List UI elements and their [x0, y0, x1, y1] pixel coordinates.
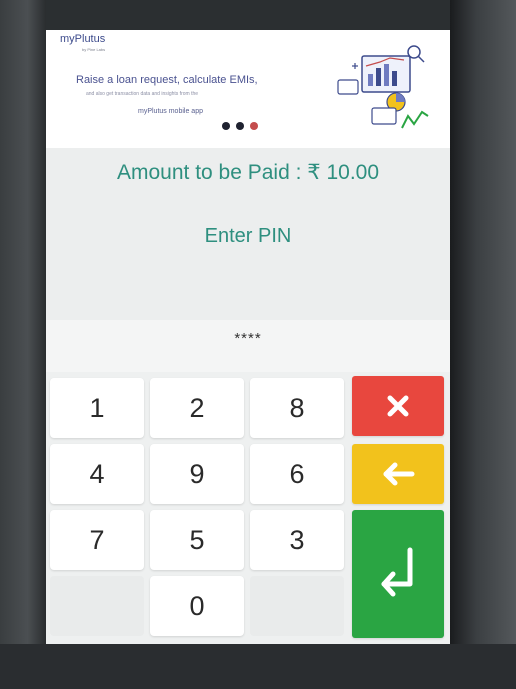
carousel-dot — [222, 122, 230, 130]
banner-subtext: and also get transaction data and insigh… — [86, 91, 199, 97]
key-2[interactable]: 2 — [150, 378, 244, 438]
analytics-illustration-icon — [337, 45, 429, 129]
key-7[interactable]: 7 — [50, 510, 144, 570]
device-bezel-right — [450, 0, 516, 689]
carousel-indicator — [222, 122, 258, 130]
carousel-dot — [236, 122, 244, 130]
enter-pin-label: Enter PIN — [204, 225, 292, 247]
device-bezel-top — [0, 0, 516, 30]
key-9[interactable]: 9 — [150, 444, 244, 504]
enter-return-icon — [381, 547, 413, 597]
key-5[interactable]: 5 — [150, 510, 244, 570]
device-bezel-bottom — [0, 644, 516, 689]
key-3[interactable]: 3 — [250, 510, 344, 570]
blank-key — [50, 576, 144, 636]
arrow-left-icon — [383, 462, 415, 486]
blank-key — [250, 576, 344, 636]
close-icon — [387, 395, 409, 417]
pin-mask: **** — [234, 330, 262, 347]
key-8[interactable]: 8 — [250, 378, 344, 438]
banner-app-line: myPlutus mobile app — [138, 108, 203, 115]
carousel-dot-active — [250, 122, 258, 130]
pin-keypad: 1 2 8 4 9 6 7 5 3 0 — [46, 372, 450, 644]
key-1[interactable]: 1 — [50, 378, 144, 438]
backspace-button[interactable] — [352, 444, 444, 504]
brand-subtitle: by Pine Labs — [82, 47, 106, 52]
key-6[interactable]: 6 — [250, 444, 344, 504]
key-0[interactable]: 0 — [150, 576, 244, 636]
device-bezel-left — [0, 0, 46, 689]
cancel-button[interactable] — [352, 376, 444, 436]
promo-banner[interactable]: myPlutus by Pine Labs Raise a loan reque… — [46, 30, 450, 148]
pos-screen: myPlutus by Pine Labs Raise a loan reque… — [46, 30, 450, 644]
banner-tagline: Raise a loan request, calculate EMIs, — [76, 74, 258, 86]
key-4[interactable]: 4 — [50, 444, 144, 504]
enter-button[interactable] — [352, 510, 444, 638]
brand-logo: myPlutus — [60, 33, 106, 45]
amount-to-pay: Amount to be Paid : ₹ 10.00 — [116, 161, 380, 184]
